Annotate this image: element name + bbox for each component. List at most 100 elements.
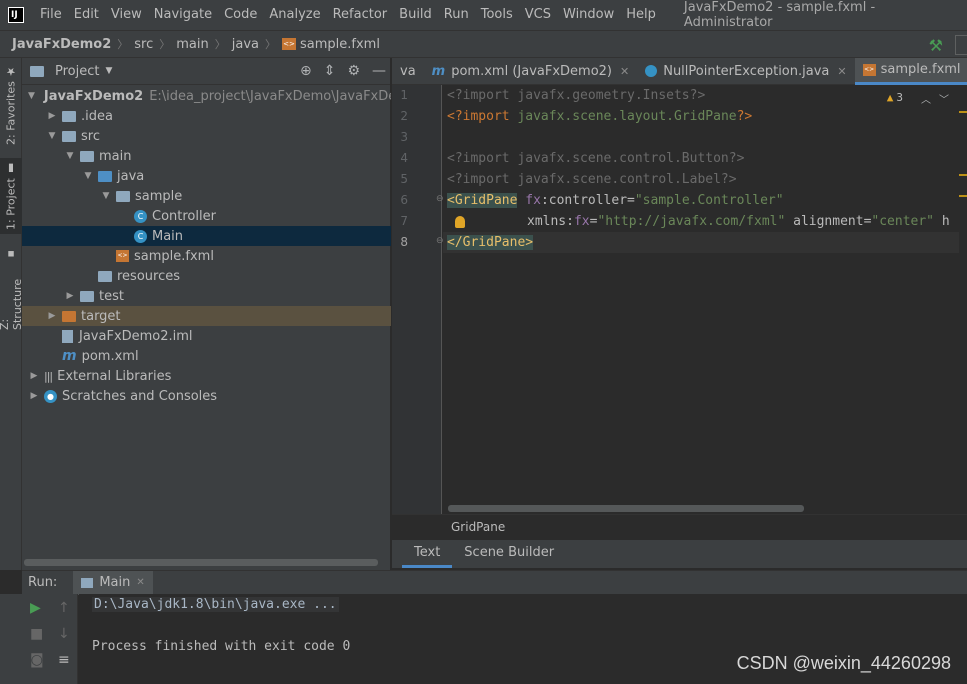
menu-navigate[interactable]: Navigate xyxy=(148,0,218,30)
close-icon[interactable]: ✕ xyxy=(620,65,629,78)
expand-arrow-icon[interactable]: ▶ xyxy=(46,111,58,121)
tree-item[interactable]: ▼ java xyxy=(22,166,391,186)
horizontal-scrollbar[interactable] xyxy=(24,559,378,566)
tree-item[interactable]: JavaFxDemo2.iml xyxy=(22,326,391,346)
xml-path[interactable]: GridPane xyxy=(451,520,505,534)
console-output[interactable]: D:\Java\jdk1.8\bin\java.exe ... Process … xyxy=(79,594,967,684)
expand-arrow-icon[interactable]: ▼ xyxy=(46,131,58,141)
warning-marker[interactable] xyxy=(959,111,967,113)
tree-item[interactable]: ▼ sample xyxy=(22,186,391,206)
tree-item[interactable]: ▼ main xyxy=(22,146,391,166)
code-text: :controller= xyxy=(540,193,635,208)
stop-icon[interactable]: ■ xyxy=(30,626,43,642)
expand-arrow-icon[interactable]: ▶ xyxy=(64,291,76,301)
arrow-down-icon[interactable]: ↓ xyxy=(58,626,70,642)
menu-tools[interactable]: Tools xyxy=(475,0,519,30)
source-folder-icon xyxy=(98,170,112,182)
code-line-5: <?import javafx.scene.control.Label?> xyxy=(447,169,737,190)
tree-item[interactable]: m pom.xml xyxy=(22,346,391,366)
tree-item[interactable]: resources xyxy=(22,266,391,286)
soft-wrap-icon[interactable]: ≡ xyxy=(58,652,70,668)
menu-help[interactable]: Help xyxy=(620,0,662,30)
build-hammer-icon[interactable]: ⚒ xyxy=(929,36,943,55)
menu-vcs[interactable]: VCS xyxy=(519,0,557,30)
editor-tab-pom[interactable]: m pom.xml (JavaFxDemo2) ✕ xyxy=(424,58,638,85)
project-title[interactable]: Project xyxy=(55,64,99,79)
breadcrumb-src[interactable]: src xyxy=(134,37,153,52)
editor-horizontal-scrollbar[interactable] xyxy=(448,505,804,512)
editor-tab-npe[interactable]: NullPointerException.java ✕ xyxy=(637,58,854,85)
menu-refactor[interactable]: Refactor xyxy=(327,0,394,30)
expand-arrow-icon[interactable]: ▼ xyxy=(64,151,76,161)
chevron-down-icon[interactable]: ▼ xyxy=(105,66,112,76)
tree-item[interactable]: ▶ ● Scratches and Consoles xyxy=(22,386,391,406)
breadcrumb-file[interactable]: sample.fxml xyxy=(300,37,380,52)
run-configuration-selector[interactable] xyxy=(955,35,967,55)
tab-text[interactable]: Text xyxy=(402,540,453,568)
warning-marker[interactable] xyxy=(959,195,967,197)
tab-project[interactable]: 1: Project ▮ xyxy=(0,158,22,234)
expand-arrow-icon[interactable]: ▼ xyxy=(28,91,35,101)
locate-file-icon[interactable]: ⊕ xyxy=(300,63,312,79)
editor-tab-sample-fxml[interactable]: <> sample.fxml ✕ xyxy=(854,57,967,85)
tree-item[interactable]: ▼ src xyxy=(22,126,391,146)
menu-code[interactable]: Code xyxy=(218,0,263,30)
tree-item[interactable]: ▼ JavaFxDemo2 E:\idea_project\JavaFxDemo\J… xyxy=(22,86,391,106)
tab-scene-builder[interactable]: Scene Builder xyxy=(452,540,566,568)
libraries-icon: ||| xyxy=(44,369,53,383)
tree-item[interactable]: C Main xyxy=(22,226,391,246)
next-highlight-icon[interactable]: ﹀ xyxy=(939,91,949,106)
warning-count: 3 xyxy=(896,91,903,104)
code-editor[interactable]: <?import javafx.geometry.Insets?> <?impo… xyxy=(443,85,959,514)
tree-item-label: pom.xml xyxy=(81,348,139,364)
excluded-folder-icon xyxy=(62,310,76,322)
breadcrumb-main[interactable]: main xyxy=(176,37,208,52)
breadcrumb-project[interactable]: JavaFxDemo2 xyxy=(12,37,111,52)
run-tool-window-header: Run: Main ✕ xyxy=(22,570,967,595)
code-text: h xyxy=(934,214,950,229)
tree-item[interactable]: C Controller xyxy=(22,206,391,226)
expand-arrow-icon[interactable]: ▼ xyxy=(82,171,94,181)
tree-item[interactable]: <> sample.fxml xyxy=(22,246,391,266)
close-icon[interactable]: ✕ xyxy=(837,65,846,78)
expand-arrow-icon[interactable]: ▶ xyxy=(46,311,58,321)
expand-arrow-icon[interactable]: ▼ xyxy=(100,191,112,201)
close-icon[interactable]: ✕ xyxy=(136,577,144,588)
expand-arrow-icon[interactable]: ▶ xyxy=(28,371,40,381)
gear-icon[interactable]: ⚙ xyxy=(347,63,360,79)
menu-window[interactable]: Window xyxy=(557,0,620,30)
folder-icon xyxy=(62,130,76,142)
run-tab-main[interactable]: Main ✕ xyxy=(73,570,153,595)
tree-item[interactable]: ▶ test xyxy=(22,286,391,306)
tree-item[interactable]: ▶ .idea xyxy=(22,106,391,126)
expand-arrow-icon[interactable]: ▶ xyxy=(28,391,40,401)
main-class-icon: C xyxy=(134,229,147,243)
collapse-all-icon[interactable]: ⇕ xyxy=(324,63,336,79)
lightbulb-icon[interactable] xyxy=(455,216,465,228)
breadcrumb-java[interactable]: java xyxy=(232,37,259,52)
menu-build[interactable]: Build xyxy=(393,0,438,30)
tree-item[interactable]: ▶ ||| External Libraries xyxy=(22,366,391,386)
tab-favorites[interactable]: 2: Favorites ★ xyxy=(0,64,22,146)
editor-tab-bar: va m pom.xml (JavaFxDemo2) ✕ NullPointer… xyxy=(392,57,967,85)
camera-icon[interactable]: ◙ xyxy=(30,652,44,668)
warning-marker[interactable] xyxy=(959,174,967,176)
menu-file[interactable]: File xyxy=(34,0,68,30)
tab-structure[interactable]: Z: Structure ▪ xyxy=(0,248,24,330)
run-toolbar: ▶ ↑ ■ ↓ ◙ ≡ xyxy=(22,594,78,684)
arrow-up-icon[interactable]: ↑ xyxy=(58,600,70,616)
maven-icon: m xyxy=(62,348,77,364)
watermark: CSDN @weixin_44260298 xyxy=(736,653,951,673)
minimize-icon[interactable]: — xyxy=(372,63,386,79)
menu-edit[interactable]: Edit xyxy=(68,0,105,30)
menu-analyze[interactable]: Analyze xyxy=(263,0,326,30)
menu-view[interactable]: View xyxy=(105,0,148,30)
tree-item[interactable]: ▶ target xyxy=(22,306,391,326)
editor-tab-truncated[interactable]: va xyxy=(392,58,424,85)
previous-highlight-icon[interactable]: ︿ xyxy=(921,91,931,106)
editor-error-stripe[interactable] xyxy=(959,85,967,514)
rerun-icon[interactable]: ▶ xyxy=(30,600,41,616)
menu-run[interactable]: Run xyxy=(438,0,475,30)
warnings-indicator[interactable]: ▲ 3 xyxy=(887,91,903,104)
tree-item-label: Scratches and Consoles xyxy=(62,388,218,404)
